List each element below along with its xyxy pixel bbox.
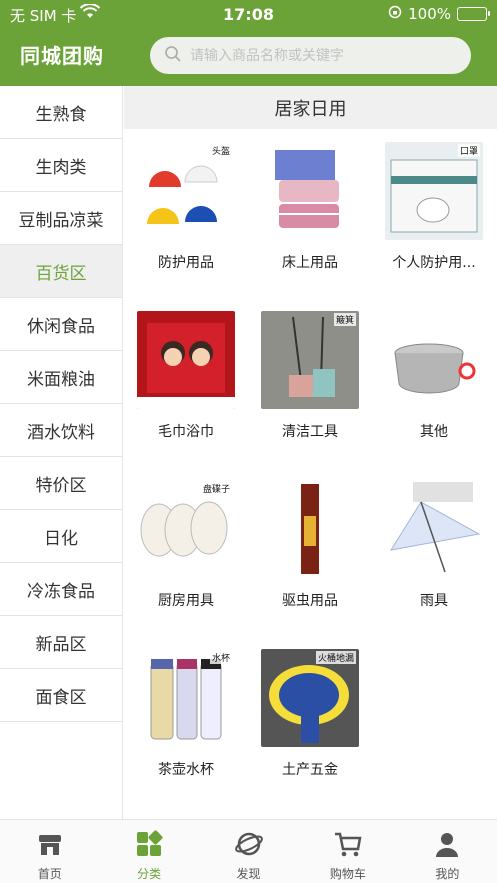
product-tag: 水杯 bbox=[209, 651, 232, 664]
user-icon bbox=[432, 829, 462, 865]
product-label: 床上用品 bbox=[282, 255, 338, 271]
product-tag: 盘碟子 bbox=[200, 482, 232, 495]
product-item[interactable]: 床上用品 bbox=[248, 142, 372, 272]
sidebar-item[interactable]: 休闲食品 bbox=[0, 298, 122, 351]
category-content: 居家日用 头盔 防护用品 床上用品 口罩 个人防护用... 毛巾浴巾 簸箕 清洁工具 其他 盘碟子… bbox=[124, 86, 497, 819]
app-brand: 同城团购 bbox=[20, 44, 104, 68]
tab-label: 发现 bbox=[236, 867, 261, 881]
product-label: 土产五金 bbox=[282, 762, 338, 778]
tab-store[interactable]: 首页 bbox=[0, 820, 99, 883]
product-item[interactable]: 其他 bbox=[372, 311, 496, 441]
status-bar: 无 SIM 卡 17:08 100% bbox=[0, 0, 497, 28]
sidebar-item[interactable]: 冷冻食品 bbox=[0, 563, 122, 616]
cart-icon bbox=[333, 829, 363, 865]
tab-label: 我的 bbox=[435, 867, 460, 881]
product-label: 茶壶水杯 bbox=[158, 762, 214, 778]
category-title: 居家日用 bbox=[124, 86, 497, 129]
sidebar-item[interactable]: 特价区 bbox=[0, 457, 122, 510]
product-item[interactable]: 驱虫用品 bbox=[248, 480, 372, 610]
product-item[interactable]: 口罩个人防护用... bbox=[372, 142, 496, 272]
tab-category[interactable]: 分类 bbox=[99, 820, 198, 883]
product-image bbox=[137, 311, 235, 409]
product-tag: 火桶地漏 bbox=[315, 651, 356, 664]
sidebar-item[interactable]: 生肉类 bbox=[0, 139, 122, 192]
product-image: 簸箕 bbox=[261, 311, 359, 409]
bottom-tabbar: 首页 分类 发现 购物车 我的 bbox=[0, 819, 497, 883]
rotation-lock-icon bbox=[388, 5, 402, 23]
product-item[interactable]: 水杯茶壶水杯 bbox=[124, 649, 248, 779]
product-image: 火桶地漏 bbox=[261, 649, 359, 747]
product-item[interactable]: 雨具 bbox=[372, 480, 496, 610]
product-label: 厨房用具 bbox=[158, 593, 214, 609]
product-label: 个人防护用... bbox=[392, 255, 476, 271]
sidebar-item[interactable]: 百货区 bbox=[0, 245, 122, 298]
product-label: 驱虫用品 bbox=[282, 593, 338, 609]
product-item[interactable]: 盘碟子厨房用具 bbox=[124, 480, 248, 610]
product-label: 防护用品 bbox=[158, 255, 214, 271]
battery-percent: 100% bbox=[408, 5, 451, 23]
product-tag: 头盔 bbox=[209, 144, 232, 157]
sidebar-item[interactable]: 面食区 bbox=[0, 669, 122, 722]
category-sidebar: 生熟食 生肉类 豆制品凉菜 百货区 休闲食品 米面粮油 酒水饮料 特价区 日化 冷冻食品 新品区 面食… bbox=[0, 86, 123, 819]
product-item[interactable]: 头盔防护用品 bbox=[124, 142, 248, 272]
product-image: 头盔 bbox=[137, 142, 235, 240]
product-image: 口罩 bbox=[385, 142, 483, 240]
product-label: 清洁工具 bbox=[282, 424, 338, 440]
planet-icon bbox=[234, 829, 264, 865]
category-icon bbox=[134, 829, 164, 865]
sidebar-item[interactable]: 豆制品凉菜 bbox=[0, 192, 122, 245]
status-right: 100% bbox=[388, 5, 490, 23]
sidebar-item[interactable]: 酒水饮料 bbox=[0, 404, 122, 457]
product-image: 盘碟子 bbox=[137, 480, 235, 578]
product-image: 水杯 bbox=[137, 649, 235, 747]
product-tag: 簸箕 bbox=[333, 313, 356, 326]
sidebar-item[interactable]: 米面粮油 bbox=[0, 351, 122, 404]
sidebar-item[interactable]: 生熟食 bbox=[0, 86, 122, 139]
search-input[interactable] bbox=[190, 47, 450, 64]
tab-user[interactable]: 我的 bbox=[398, 820, 497, 883]
store-icon bbox=[35, 829, 65, 865]
product-item[interactable]: 簸箕清洁工具 bbox=[248, 311, 372, 441]
tab-planet[interactable]: 发现 bbox=[199, 820, 298, 883]
sidebar-item[interactable]: 日化 bbox=[0, 510, 122, 563]
search-icon bbox=[164, 45, 182, 67]
product-image bbox=[385, 311, 483, 409]
product-label: 毛巾浴巾 bbox=[158, 424, 214, 440]
product-image bbox=[261, 480, 359, 578]
tab-label: 分类 bbox=[137, 867, 162, 881]
product-label: 其他 bbox=[420, 424, 448, 440]
tab-cart[interactable]: 购物车 bbox=[298, 820, 397, 883]
tab-label: 首页 bbox=[37, 867, 62, 881]
product-label: 雨具 bbox=[420, 593, 448, 609]
product-image bbox=[385, 480, 483, 578]
search-bar[interactable] bbox=[150, 37, 471, 74]
battery-icon bbox=[457, 7, 490, 21]
sidebar-item[interactable]: 新品区 bbox=[0, 616, 122, 669]
tab-label: 购物车 bbox=[329, 867, 366, 881]
product-image bbox=[261, 142, 359, 240]
product-item[interactable]: 火桶地漏土产五金 bbox=[248, 649, 372, 779]
app-header: 无 SIM 卡 17:08 100% 同城团购 bbox=[0, 0, 497, 86]
product-tag: 口罩 bbox=[457, 144, 480, 157]
product-item[interactable]: 毛巾浴巾 bbox=[124, 311, 248, 441]
